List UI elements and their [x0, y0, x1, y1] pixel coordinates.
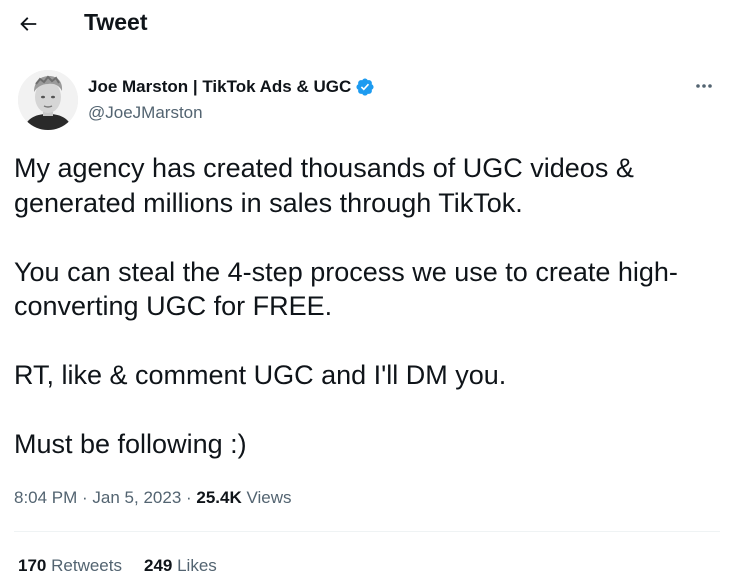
back-button[interactable] — [14, 10, 42, 38]
page-title: Tweet — [84, 9, 148, 35]
meta-separator: · — [77, 488, 93, 507]
page-header: Tweet — [0, 0, 736, 48]
tweet-meta: 8:04 PM · Jan 5, 2023 · 25.4K Views — [14, 488, 292, 508]
tweet-page: Tweet Joe Marston | TikTok Ads & UGC @Jo… — [0, 0, 736, 583]
more-horizontal-icon — [696, 84, 712, 88]
tweet-paragraph: RT, like & comment UGC and I'll DM you. — [14, 360, 507, 390]
likes-label: Likes — [177, 556, 217, 575]
retweets-stat[interactable]: 170 Retweets — [18, 556, 122, 576]
retweets-label: Retweets — [51, 556, 122, 575]
author-handle[interactable]: @JoeJMarston — [88, 103, 203, 123]
views-count: 25.4K — [196, 488, 242, 507]
tweet-paragraph: My agency has created thousands of UGC v… — [14, 153, 634, 218]
tweet-stats: 170 Retweets 249 Likes — [18, 556, 217, 576]
tweet-paragraph: Must be following :) — [14, 429, 247, 459]
more-options-button[interactable] — [690, 74, 718, 98]
tweet-date[interactable]: Jan 5, 2023 — [92, 488, 181, 507]
likes-stat[interactable]: 249 Likes — [144, 556, 217, 576]
views-label: Views — [246, 488, 292, 507]
arrow-left-icon — [20, 17, 37, 31]
tweet-text: My agency has created thousands of UGC v… — [14, 151, 714, 496]
verified-badge-icon — [355, 77, 375, 97]
avatar[interactable] — [18, 70, 78, 130]
retweets-count: 170 — [18, 556, 47, 575]
author-display-name[interactable]: Joe Marston | TikTok Ads & UGC — [88, 77, 351, 97]
avatar-image — [18, 70, 78, 130]
likes-count: 249 — [143, 556, 173, 575]
tweet-paragraph: You can steal the 4-step process we use … — [14, 256, 678, 322]
name-row: Joe Marston | TikTok Ads & UGC — [88, 77, 375, 97]
tweet-time[interactable]: 8:04 PM — [14, 488, 77, 507]
tweet-author: Joe Marston | TikTok Ads & UGC @JoeJMars… — [16, 68, 720, 132]
meta-separator: · — [181, 488, 197, 507]
divider — [14, 531, 720, 532]
